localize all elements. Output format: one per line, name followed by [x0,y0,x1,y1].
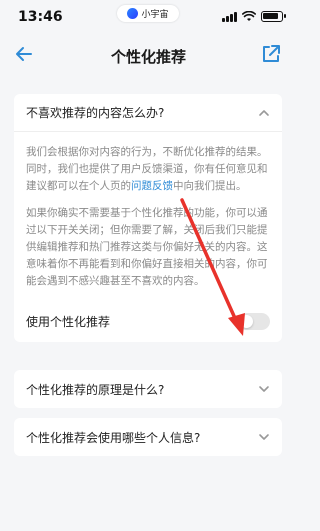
faq-card-principle: 个性化推荐的原理是什么? [14,370,282,408]
chevron-up-icon [259,109,269,116]
answer-paragraph-2: 如果你确实不需要基于个性化推荐的功能，你可以通过以下开关关闭；但你需要了解，关闭… [26,207,268,287]
faq-question: 个性化推荐会使用哪些个人信息? [26,430,201,445]
chevron-down-icon [259,386,269,392]
personalization-toggle[interactable] [238,312,270,330]
faq-answer-dislike: 我们会根据你对内容的行为，不断优化推荐的结果。同时，我们也提供了用户反馈渠道，你… [14,132,282,290]
answer-text: 中向我们提出。 [173,180,247,192]
app-pill-label: 小宇宙 [141,10,169,20]
status-icons [222,11,286,22]
toggle-knob [240,314,253,328]
wifi-icon [242,11,256,21]
status-time: 13:46 [18,9,63,25]
app-logo-icon [127,8,139,19]
faq-header-dislike[interactable]: 不喜欢推荐的内容怎么办? [14,94,282,132]
faq-question: 个性化推荐的原理是什么? [26,382,165,397]
share-external-icon[interactable] [259,42,283,66]
page-title: 个性化推荐 [110,48,186,66]
feedback-link[interactable]: 问题反馈 [131,180,173,192]
answer-paragraph-1: 我们会根据你对内容的行为，不断优化推荐的结果。同时，我们也提供了用户反馈渠道，你… [26,144,270,195]
faq-card-personal-info: 个性化推荐会使用哪些个人信息? [14,418,282,456]
toggle-label: 使用个性化推荐 [26,314,111,329]
app-pill: 小宇宙 [117,5,179,22]
faq-card-dislike: 不喜欢推荐的内容怎么办? 我们会根据你对内容的行为，不断优化推荐的结果。同时，我… [14,94,282,342]
faq-header-principle[interactable]: 个性化推荐的原理是什么? [14,370,282,408]
faq-header-personal-info[interactable]: 个性化推荐会使用哪些个人信息? [14,418,282,456]
status-bar: 13:46 小宇宙 [0,0,297,36]
faq-question: 不喜欢推荐的内容怎么办? [26,106,165,120]
personalization-toggle-row: 使用个性化推荐 [14,300,282,342]
nav-bar: 个性化推荐 [0,36,297,76]
chevron-down-icon [259,434,269,440]
battery-icon [261,11,286,22]
signal-icon [222,11,237,22]
